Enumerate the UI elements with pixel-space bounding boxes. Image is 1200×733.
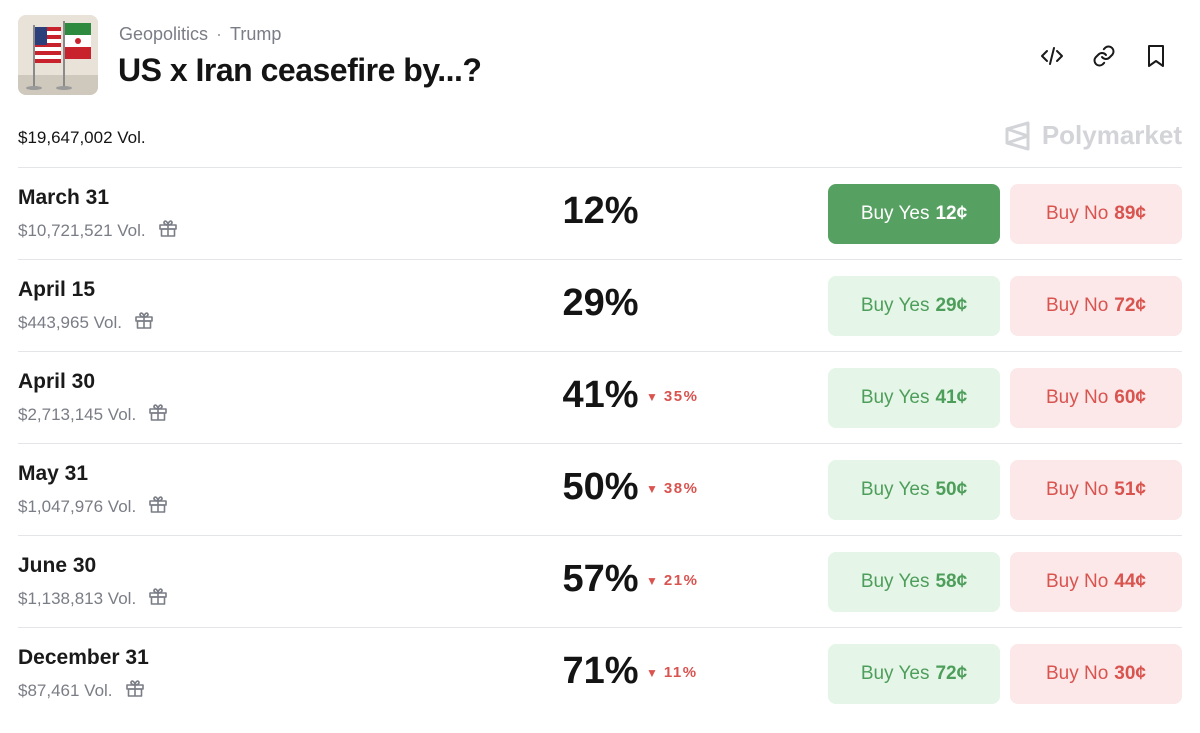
gift-icon[interactable] — [134, 310, 154, 335]
buy-no-button[interactable]: Buy No 30¢ — [1010, 644, 1182, 704]
market-volume-text: $2,713,145 Vol. — [18, 404, 137, 424]
buy-no-price: 44¢ — [1114, 571, 1146, 592]
buy-yes-button[interactable]: Buy Yes 50¢ — [828, 460, 1000, 520]
chance-change-value: 11% — [663, 664, 698, 681]
buy-no-button[interactable]: Buy No 44¢ — [1010, 552, 1182, 612]
down-arrow-icon: ▼ — [646, 573, 658, 588]
buy-no-price: 72¢ — [1114, 295, 1146, 316]
buy-yes-price: 29¢ — [935, 295, 968, 316]
chance-change: ▼ 38% — [646, 480, 698, 497]
market-list: March 31 $10,721,521 Vol. 12% Buy Yes 12… — [18, 167, 1182, 719]
market-row[interactable]: December 31 $87,461 Vol. 71% ▼ 11% Buy Y… — [18, 627, 1182, 719]
market-row[interactable]: May 31 $1,047,976 Vol. 50% ▼ 38% Buy Yes… — [18, 443, 1182, 535]
buy-no-label: Buy No — [1045, 295, 1109, 316]
buy-yes-label: Buy Yes — [860, 203, 930, 224]
bookmark-icon[interactable] — [1142, 42, 1170, 70]
flags-image — [18, 15, 98, 95]
chance-change: ▼ 11% — [646, 664, 698, 681]
market-volume: $87,461 Vol. — [18, 678, 145, 703]
chance-change: ▼ 35% — [646, 388, 698, 405]
market-chance: 29% — [562, 282, 639, 324]
buy-yes-label: Buy Yes — [860, 387, 930, 408]
embed-icon[interactable] — [1038, 42, 1066, 70]
market-thumbnail — [18, 15, 98, 95]
market-volume-text: $443,965 Vol. — [18, 312, 122, 332]
down-arrow-icon: ▼ — [646, 665, 658, 680]
buy-no-price: 60¢ — [1114, 387, 1146, 408]
header-actions — [1038, 42, 1170, 70]
link-icon[interactable] — [1090, 42, 1118, 70]
market-chance: 12% — [562, 190, 639, 232]
market-row[interactable]: June 30 $1,138,813 Vol. 57% ▼ 21% Buy Ye… — [18, 535, 1182, 627]
buy-yes-label: Buy Yes — [860, 479, 930, 500]
buy-no-label: Buy No — [1045, 571, 1109, 592]
buy-yes-label: Buy Yes — [860, 295, 930, 316]
buy-no-label: Buy No — [1045, 387, 1109, 408]
buy-yes-price: 58¢ — [935, 571, 968, 592]
market-date: June 30 — [18, 554, 97, 577]
buy-yes-label: Buy Yes — [860, 571, 930, 592]
breadcrumb-tag[interactable]: Trump — [230, 24, 281, 45]
buy-yes-price: 12¢ — [935, 203, 968, 224]
breadcrumb-category[interactable]: Geopolitics — [119, 24, 208, 45]
buy-yes-button[interactable]: Buy Yes 72¢ — [828, 644, 1000, 704]
breadcrumb: Geopolitics · Trump — [119, 24, 281, 45]
buy-yes-button[interactable]: Buy Yes 41¢ — [828, 368, 1000, 428]
buy-yes-price: 72¢ — [935, 663, 968, 684]
chance-change-value: 21% — [663, 572, 699, 589]
buy-yes-price: 50¢ — [935, 479, 968, 500]
buy-yes-button[interactable]: Buy Yes 12¢ — [828, 184, 1000, 244]
gift-icon[interactable] — [158, 218, 178, 243]
market-row[interactable]: April 30 $2,713,145 Vol. 41% ▼ 35% Buy Y… — [18, 351, 1182, 443]
market-volume: $443,965 Vol. — [18, 310, 154, 335]
chance-change: ▼ 21% — [646, 572, 698, 589]
market-volume: $2,713,145 Vol. — [18, 402, 168, 427]
buy-no-button[interactable]: Buy No 51¢ — [1010, 460, 1182, 520]
market-row[interactable]: April 15 $443,965 Vol. 29% Buy Yes 29¢ B… — [18, 259, 1182, 351]
buy-no-label: Buy No — [1045, 203, 1109, 224]
market-date: December 31 — [18, 646, 149, 669]
market-volume: $1,138,813 Vol. — [18, 586, 168, 611]
buy-no-price: 30¢ — [1114, 663, 1146, 684]
gift-icon[interactable] — [148, 494, 168, 519]
page-title: US x Iran ceasefire by...? — [118, 52, 482, 88]
gift-icon[interactable] — [148, 402, 168, 427]
gift-icon[interactable] — [125, 678, 145, 703]
market-volume: $1,047,976 Vol. — [18, 494, 168, 519]
buy-no-label: Buy No — [1045, 663, 1109, 684]
market-date: April 15 — [18, 278, 96, 301]
market-volume-text: $10,721,521 Vol. — [18, 220, 146, 240]
total-volume: $19,647,002 Vol. — [18, 128, 146, 147]
chance-change-value: 35% — [663, 388, 699, 405]
buy-yes-button[interactable]: Buy Yes 29¢ — [828, 276, 1000, 336]
buy-no-price: 89¢ — [1114, 203, 1146, 224]
brand-name: Polymarket — [1041, 120, 1182, 150]
market-volume-text: $1,047,976 Vol. — [18, 496, 137, 516]
market-row[interactable]: March 31 $10,721,521 Vol. 12% Buy Yes 12… — [18, 167, 1182, 259]
down-arrow-icon: ▼ — [646, 389, 658, 404]
market-date: April 30 — [18, 370, 96, 393]
buy-no-label: Buy No — [1045, 479, 1109, 500]
buy-no-button[interactable]: Buy No 89¢ — [1010, 184, 1182, 244]
buy-no-price: 51¢ — [1114, 479, 1146, 500]
polymarket-logo-icon — [1005, 121, 1030, 150]
gift-icon[interactable] — [148, 586, 168, 611]
brand-watermark: Polymarket — [1004, 120, 1182, 151]
buy-yes-button[interactable]: Buy Yes 58¢ — [828, 552, 1000, 612]
market-date: March 31 — [18, 186, 110, 209]
market-volume: $10,721,521 Vol. — [18, 218, 178, 243]
chance-change-value: 38% — [663, 480, 699, 497]
buy-no-button[interactable]: Buy No 60¢ — [1010, 368, 1182, 428]
breadcrumb-separator: · — [216, 24, 223, 44]
buy-no-button[interactable]: Buy No 72¢ — [1010, 276, 1182, 336]
market-date: May 31 — [18, 462, 89, 485]
down-arrow-icon: ▼ — [646, 481, 658, 496]
market-volume-text: $1,138,813 Vol. — [18, 588, 137, 608]
buy-yes-label: Buy Yes — [860, 663, 930, 684]
market-volume-text: $87,461 Vol. — [18, 680, 113, 700]
buy-yes-price: 41¢ — [935, 387, 968, 408]
